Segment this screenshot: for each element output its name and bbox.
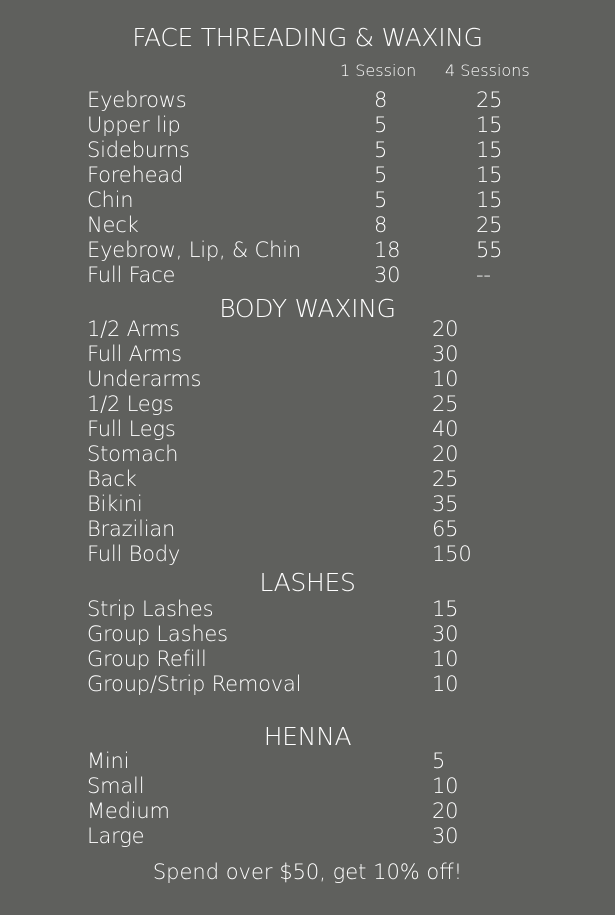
- body-row: 1/2 Legs 25: [0, 392, 615, 417]
- henna-row: Medium 20: [0, 799, 615, 824]
- service-name: 1/2 Arms: [87, 317, 180, 341]
- service-price: 10: [432, 672, 459, 696]
- lashes-row: Group Refill 10: [0, 647, 615, 672]
- face-section-title: FACE THREADING & WAXING: [132, 23, 483, 52]
- service-name: Bikini: [87, 492, 143, 516]
- service-name: Mini: [87, 749, 130, 773]
- service-name: Full Face: [87, 263, 176, 287]
- four-sessions-price: --: [476, 263, 491, 287]
- one-session-price: 5: [374, 163, 388, 187]
- face-row: Eyebrow, Lip, & Chin 18 55: [0, 238, 615, 263]
- henna-row: Mini 5: [0, 749, 615, 774]
- service-name: Chin: [87, 188, 134, 212]
- four-sessions-price: 15: [476, 113, 503, 137]
- one-session-price: 5: [374, 113, 388, 137]
- four-sessions-price: 25: [476, 88, 503, 112]
- service-name: Brazilian: [87, 517, 176, 541]
- four-sessions-price: 25: [476, 213, 503, 237]
- four-sessions-header: 4 Sessions: [445, 61, 530, 80]
- service-price: 40: [432, 417, 459, 441]
- body-row: Bikini 35: [0, 492, 615, 517]
- service-price: 25: [432, 392, 459, 416]
- body-row: Stomach 20: [0, 442, 615, 467]
- service-price: 15: [432, 597, 459, 621]
- service-price: 25: [432, 467, 459, 491]
- four-sessions-price: 15: [476, 188, 503, 212]
- service-name: Back: [87, 467, 137, 491]
- service-price: 20: [432, 799, 459, 823]
- service-name: Stomach: [87, 442, 179, 466]
- service-price: 5: [432, 749, 446, 773]
- body-row: Full Body 150: [0, 542, 615, 567]
- body-row: Full Arms 30: [0, 342, 615, 367]
- promo-footer: Spend over $50, get 10% off!: [152, 860, 463, 884]
- one-session-price: 8: [374, 88, 388, 112]
- henna-section-title: HENNA: [263, 722, 352, 751]
- body-row: Full Legs 40: [0, 417, 615, 442]
- face-row: Full Face 30 --: [0, 263, 615, 288]
- service-name: Upper lip: [87, 113, 181, 137]
- service-name: Forehead: [87, 163, 184, 187]
- service-name: 1/2 Legs: [87, 392, 174, 416]
- face-row: Neck 8 25: [0, 213, 615, 238]
- one-session-price: 8: [374, 213, 388, 237]
- service-name: Neck: [87, 213, 139, 237]
- service-price: 20: [432, 317, 459, 341]
- service-price: 65: [432, 517, 459, 541]
- lashes-section-title: LASHES: [259, 568, 356, 597]
- one-session-price: 30: [374, 263, 401, 287]
- service-name: Full Body: [87, 542, 181, 566]
- service-price: 35: [432, 492, 459, 516]
- service-name: Full Arms: [87, 342, 182, 366]
- service-name: Eyebrows: [87, 88, 187, 112]
- service-price: 30: [432, 622, 459, 646]
- service-price: 30: [432, 342, 459, 366]
- service-name: Group/Strip Removal: [87, 672, 302, 696]
- four-sessions-price: 15: [476, 163, 503, 187]
- face-row: Chin 5 15: [0, 188, 615, 213]
- service-price: 10: [432, 774, 459, 798]
- price-list-page: { "face": { "title": "FACE THREADING & W…: [0, 0, 615, 915]
- service-name: Group Refill: [87, 647, 207, 671]
- face-row: Eyebrows 8 25: [0, 88, 615, 113]
- service-name: Small: [87, 774, 145, 798]
- body-row: Back 25: [0, 467, 615, 492]
- service-price: 150: [432, 542, 472, 566]
- one-session-header: 1 Session: [340, 61, 417, 80]
- lashes-row: Strip Lashes 15: [0, 597, 615, 622]
- service-name: Eyebrow, Lip, & Chin: [87, 238, 301, 262]
- body-row: Underarms 10: [0, 367, 615, 392]
- service-name: Strip Lashes: [87, 597, 214, 621]
- lashes-row: Group Lashes 30: [0, 622, 615, 647]
- service-name: Sideburns: [87, 138, 190, 162]
- service-name: Group Lashes: [87, 622, 228, 646]
- service-price: 20: [432, 442, 459, 466]
- service-price: 30: [432, 824, 459, 848]
- face-row: Forehead 5 15: [0, 163, 615, 188]
- service-name: Full Legs: [87, 417, 176, 441]
- service-name: Underarms: [87, 367, 202, 391]
- service-name: Large: [87, 824, 145, 848]
- one-session-price: 5: [374, 188, 388, 212]
- service-name: Medium: [87, 799, 170, 823]
- body-row: 1/2 Arms 20: [0, 317, 615, 342]
- henna-row: Large 30: [0, 824, 615, 849]
- body-row: Brazilian 65: [0, 517, 615, 542]
- lashes-row: Group/Strip Removal 10: [0, 672, 615, 697]
- service-price: 10: [432, 367, 459, 391]
- face-row: Upper lip 5 15: [0, 113, 615, 138]
- four-sessions-price: 15: [476, 138, 503, 162]
- service-price: 10: [432, 647, 459, 671]
- one-session-price: 18: [374, 238, 401, 262]
- face-row: Sideburns 5 15: [0, 138, 615, 163]
- one-session-price: 5: [374, 138, 388, 162]
- henna-row: Small 10: [0, 774, 615, 799]
- four-sessions-price: 55: [476, 238, 503, 262]
